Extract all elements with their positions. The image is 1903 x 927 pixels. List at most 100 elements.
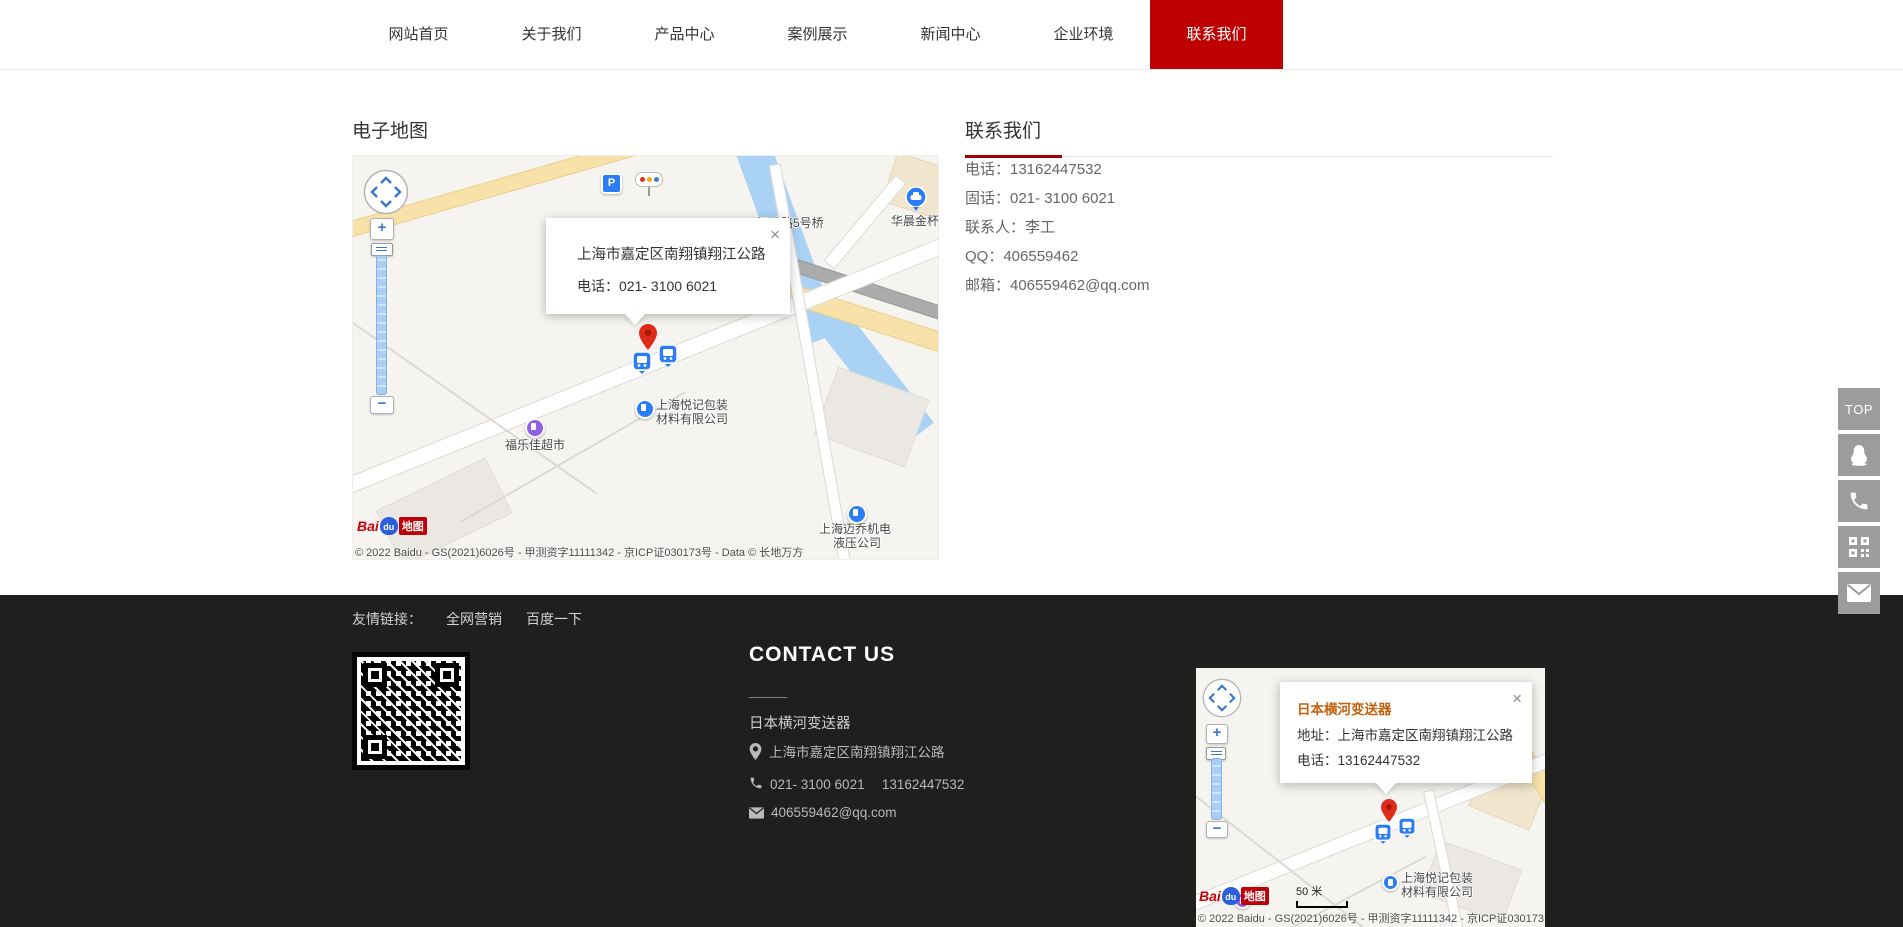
phone-icon xyxy=(1848,490,1870,512)
baidu-logo-ditu: 地图 xyxy=(399,517,427,535)
footer-phone-row: 021- 3100 6021 13162447532 xyxy=(749,773,964,793)
email-button[interactable] xyxy=(1838,572,1880,614)
zoom-slider-track[interactable] xyxy=(376,255,387,395)
car-dealer-icon xyxy=(905,186,927,212)
nav-item-contact[interactable]: 联系我们 xyxy=(1150,0,1283,69)
friend-link-baidu[interactable]: 百度一下 xyxy=(526,611,582,627)
baidu-logo: Baidu 地图 xyxy=(357,516,427,536)
company-poi-icon xyxy=(635,399,655,419)
bus-stop-icon[interactable] xyxy=(658,344,678,368)
traffic-light-icon xyxy=(635,172,663,196)
nav-item-environment[interactable]: 企业环境 xyxy=(1017,0,1150,69)
footer-phones-text: 021- 3100 6021 13162447532 xyxy=(770,773,964,793)
map-copyright: © 2022 Baidu - GS(2021)6026号 - 甲测资字11111… xyxy=(1198,910,1545,926)
qq-button[interactable] xyxy=(1838,434,1880,476)
map-pan-control[interactable] xyxy=(1202,678,1242,718)
baidu-paw-icon: du xyxy=(1222,887,1240,905)
contact-line-person: 联系人：李工 xyxy=(965,218,1553,237)
zoom-in-button[interactable]: + xyxy=(1206,724,1228,744)
popup-phone: 电话：021- 3100 6021 xyxy=(577,276,717,296)
qr-code-icon xyxy=(1848,536,1870,558)
popup-title: 日本横河变送器 xyxy=(1297,698,1392,718)
baidu-map-main[interactable]: P xyxy=(352,155,939,560)
top-nav: 网站首页 关于我们 产品中心 案例展示 新闻中心 企业环境 联系我们 xyxy=(0,0,1903,70)
bus-stop-icon[interactable] xyxy=(632,351,652,375)
friend-links-row: 友情链接： 全网营销 百度一下 xyxy=(352,609,582,629)
contact-line-qq: QQ：406559462 xyxy=(965,247,1553,266)
map-label-huachen: 华晨金杯 xyxy=(891,214,939,228)
baidu-logo-du: du xyxy=(383,522,394,532)
envelope-icon xyxy=(1847,584,1871,602)
map-label-fulejia: 福乐佳超市 xyxy=(505,438,565,452)
nav-item-home[interactable]: 网站首页 xyxy=(352,0,485,69)
baidu-logo-ditu: 地图 xyxy=(1241,887,1269,905)
qq-penguin-icon xyxy=(1847,443,1871,467)
map-label-yueji-2: 材料有限公司 xyxy=(1401,885,1473,899)
footer-qr-code xyxy=(352,652,470,770)
company-poi-icon xyxy=(1382,874,1399,891)
bus-stop-icon[interactable] xyxy=(1398,817,1416,839)
zoom-slider-track[interactable] xyxy=(1211,758,1222,820)
floating-sidebar: TOP xyxy=(1838,388,1880,618)
map-scale-bar xyxy=(1296,901,1348,908)
envelope-icon xyxy=(749,807,764,819)
qr-finder xyxy=(363,663,387,687)
company-poi-icon xyxy=(847,504,867,524)
popup-pointer xyxy=(1375,782,1397,794)
map-label-yueji-1: 上海悦记包装 xyxy=(656,398,728,412)
footer-email-text: 406559462@qq.com xyxy=(771,805,897,820)
contact-line-mobile: 电话：13162447532 xyxy=(965,160,1553,179)
back-to-top-button[interactable]: TOP xyxy=(1838,388,1880,430)
map-section-title: 电子地图 xyxy=(352,116,937,157)
baidu-logo-bai: Bai xyxy=(357,518,379,534)
footer-company-name: 日本横河变送器 xyxy=(749,712,851,733)
popup-close-icon[interactable]: × xyxy=(770,226,780,243)
baidu-map-footer[interactable]: 上海悦记包装 材料有限公司 [公 路 × 日本横河变送器 地址：上海市嘉定区南翔… xyxy=(1196,668,1545,927)
supermarket-poi-icon xyxy=(525,418,545,438)
location-pin-icon xyxy=(749,743,762,760)
phone-button[interactable] xyxy=(1838,480,1880,522)
map-label-maiqiao-1: 上海迈乔机电 xyxy=(819,522,891,536)
phone-icon xyxy=(749,776,763,790)
baidu-logo: Baidu 地图 xyxy=(1199,886,1269,906)
bus-stop-icon[interactable] xyxy=(1374,823,1392,845)
map-info-popup: × 日本横河变送器 地址：上海市嘉定区南翔镇翔江公路 电话：1316244753… xyxy=(1280,682,1532,783)
map-label-yueji-2: 材料有限公司 xyxy=(656,412,728,426)
qr-finder xyxy=(363,735,387,759)
map-info-popup: × 上海市嘉定区南翔镇翔江公路 电话：021- 3100 6021 xyxy=(546,218,790,314)
nav-item-cases[interactable]: 案例展示 xyxy=(751,0,884,69)
map-scale: 50 米 xyxy=(1296,883,1348,908)
nav-item-products[interactable]: 产品中心 xyxy=(618,0,751,69)
zoom-out-button[interactable]: − xyxy=(370,396,394,414)
page-footer: 友情链接： 全网营销 百度一下 CONTACT US 日本横河变送器 上海市嘉定区南… xyxy=(0,595,1903,927)
nav-item-news[interactable]: 新闻中心 xyxy=(884,0,1017,69)
location-pin-marker[interactable] xyxy=(1381,799,1397,822)
map-label-maiqiao-2: 液压公司 xyxy=(833,536,881,550)
zoom-in-button[interactable]: + xyxy=(370,218,394,240)
footer-email-row: 406559462@qq.com xyxy=(749,805,897,820)
contact-section-title: 联系我们 xyxy=(965,116,1553,157)
zoom-out-button[interactable]: − xyxy=(1206,821,1228,838)
footer-address-text: 上海市嘉定区南翔镇翔江公路 xyxy=(769,741,945,761)
contact-info-list: 电话：13162447532 固话：021- 3100 6021 联系人：李工 … xyxy=(965,160,1553,305)
map-copyright: © 2022 Baidu - GS(2021)6026号 - 甲测资字11111… xyxy=(355,544,803,560)
main-menu: 网站首页 关于我们 产品中心 案例展示 新闻中心 企业环境 联系我们 xyxy=(352,0,1283,69)
friend-links-label: 友情链接： xyxy=(352,611,422,627)
popup-address: 地址：上海市嘉定区南翔镇翔江公路 xyxy=(1297,724,1513,744)
baidu-logo-du: du xyxy=(1225,892,1236,902)
location-pin-marker[interactable] xyxy=(639,324,657,350)
contact-line-landline: 固话：021- 3100 6021 xyxy=(965,189,1553,208)
footer-divider xyxy=(749,697,787,698)
contact-line-email: 邮箱：406559462@qq.com xyxy=(965,276,1553,295)
qr-code-button[interactable] xyxy=(1838,526,1880,568)
footer-contact-title: CONTACT US xyxy=(749,643,895,667)
nav-item-about[interactable]: 关于我们 xyxy=(485,0,618,69)
friend-link-marketing[interactable]: 全网营销 xyxy=(446,611,502,627)
popup-close-icon[interactable]: × xyxy=(1512,690,1522,707)
map-scale-text: 50 米 xyxy=(1296,886,1322,898)
popup-pointer xyxy=(624,313,646,325)
map-pan-control[interactable] xyxy=(363,169,409,215)
baidu-logo-bai: Bai xyxy=(1199,888,1221,904)
footer-address-row: 上海市嘉定区南翔镇翔江公路 xyxy=(749,741,945,761)
qr-finder xyxy=(435,663,459,687)
